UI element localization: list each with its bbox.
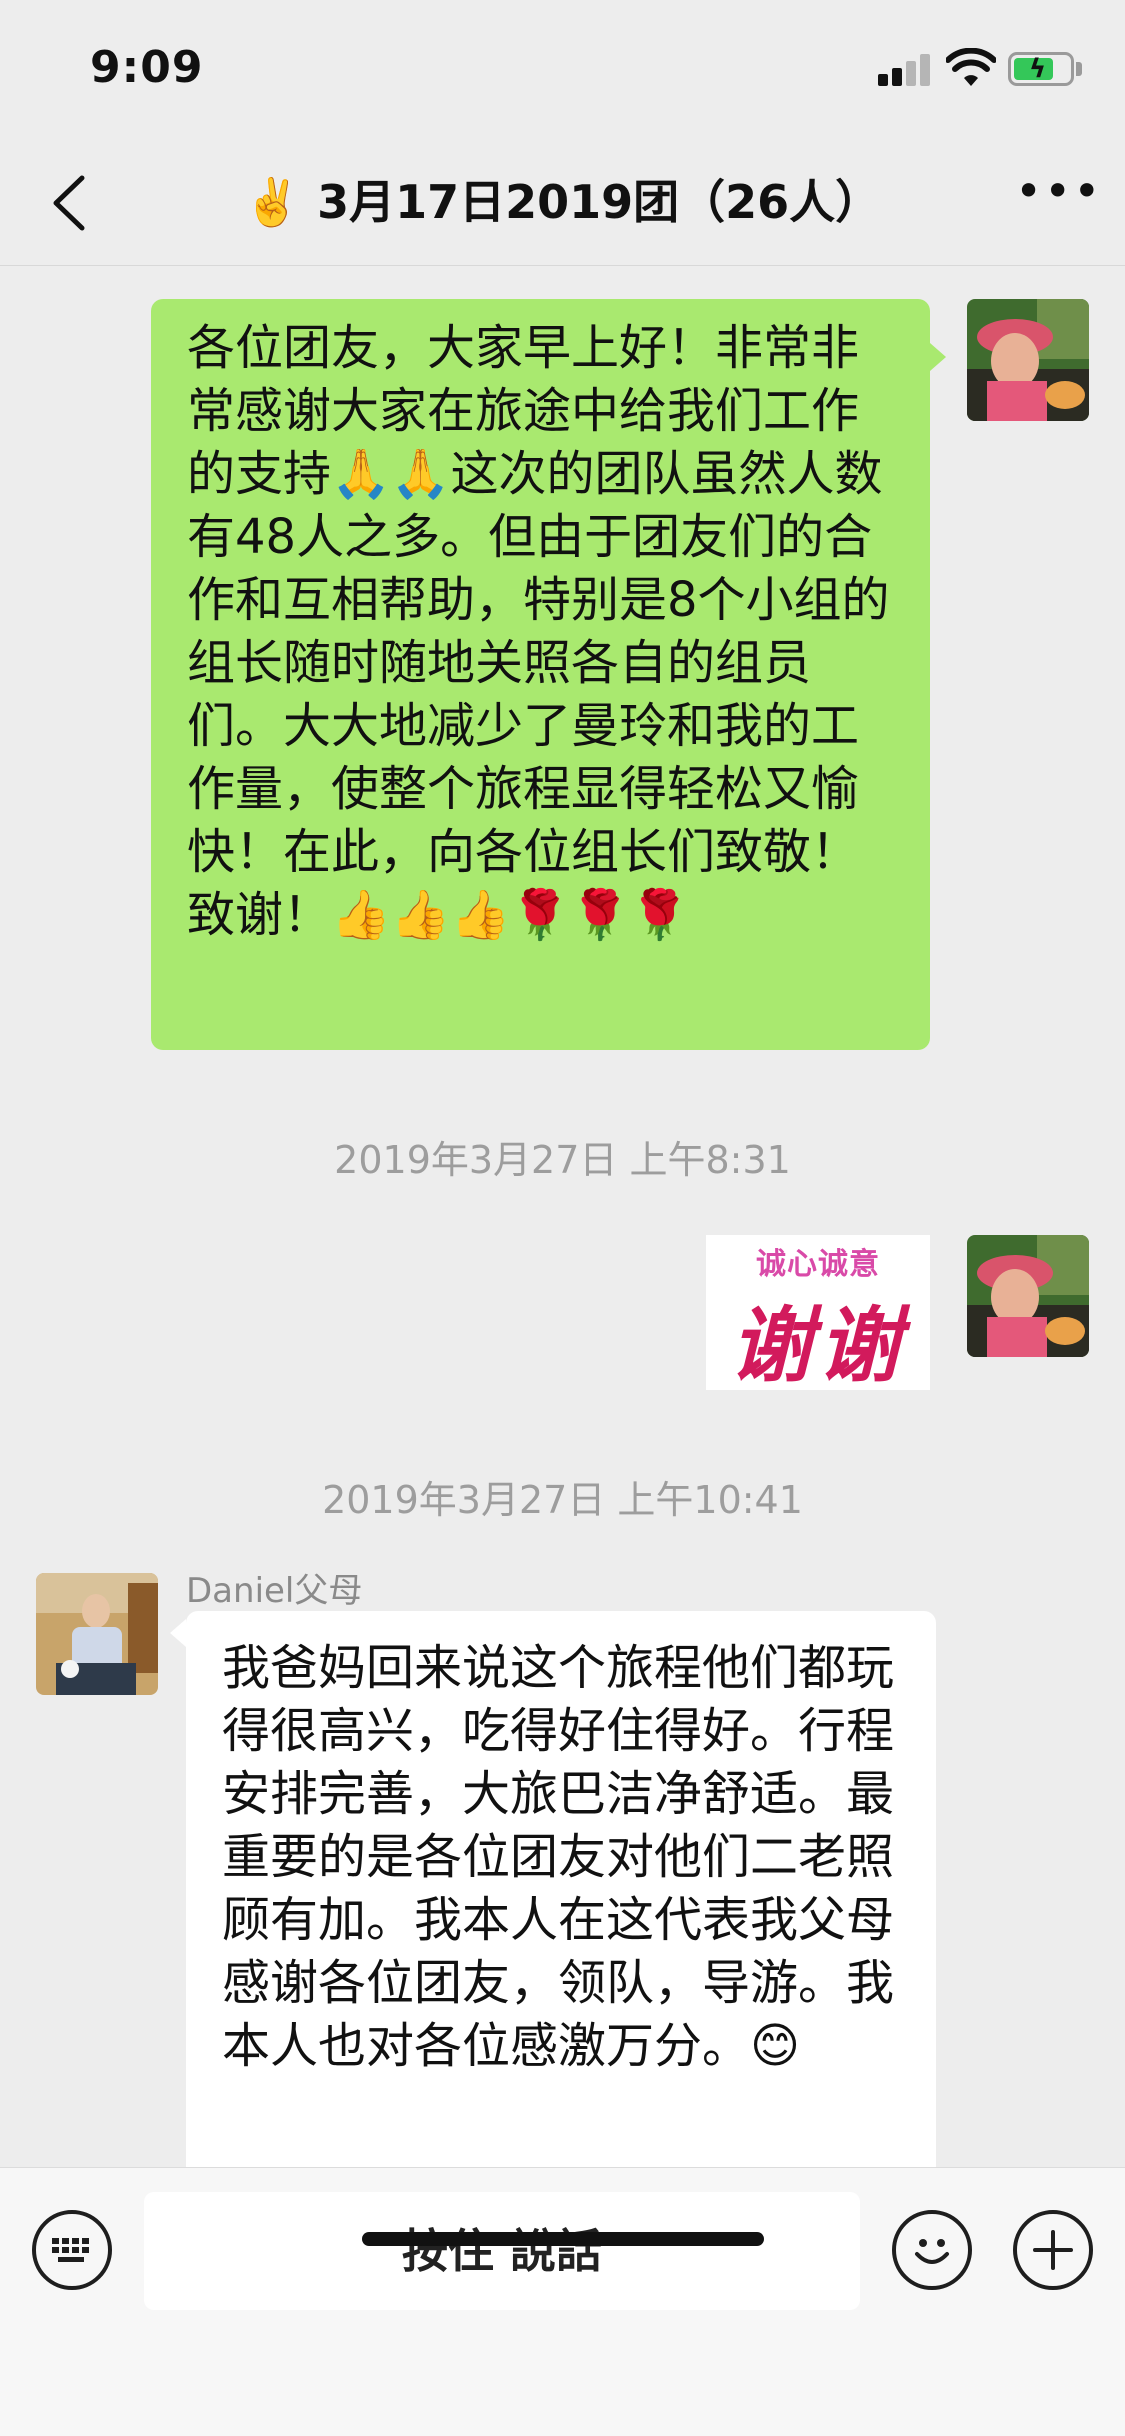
bubble-tail (170, 1619, 186, 1647)
message-bubble-outgoing[interactable]: 各位团友，大家早上好！非常非常感谢大家在旅途中给我们工作的支持🙏🙏这次的团队虽然… (151, 299, 930, 1050)
timestamp: 2019年3月27日 上午10:41 (322, 1478, 803, 1522)
status-time: 9:09 (90, 42, 204, 93)
thank-you-sticker[interactable]: 诚心诚意 谢谢 (706, 1235, 930, 1390)
nav-bar: ✌️ 3月17日2019团（26人） ••• (0, 140, 1125, 266)
keyboard-icon (52, 2238, 89, 2262)
daniel-parents-avatar[interactable] (36, 1573, 158, 1695)
home-indicator (362, 2232, 764, 2246)
sticker-text-main: 谢谢 (730, 1299, 906, 1390)
more-options-icon[interactable]: ••• (1015, 168, 1100, 216)
more-actions-button[interactable] (1013, 2210, 1093, 2290)
wifi-icon (946, 48, 996, 86)
my-avatar[interactable] (967, 299, 1089, 421)
battery-icon: ϟ (1008, 52, 1074, 86)
my-avatar[interactable] (967, 1235, 1089, 1357)
message-bubble-incoming[interactable]: 我爸妈回来说这个旅程他们都玩得很高兴，吃得好住得好。行程安排完善，大旅巴洁净舒适… (186, 1611, 936, 2167)
message-text: 我爸妈回来说这个旅程他们都玩得很高兴，吃得好住得好。行程安排完善，大旅巴洁净舒适… (222, 1640, 895, 2074)
chat-messages[interactable]: 各位团友，大家早上好！非常非常感谢大家在旅途中给我们工作的支持🙏🙏这次的团队虽然… (0, 267, 1125, 2167)
hold-to-talk-button[interactable]: 按住 說話 (144, 2192, 860, 2310)
smiley-icon (915, 2239, 949, 2264)
input-bar: 按住 說話 (0, 2167, 1125, 2436)
emoji-button[interactable] (892, 2210, 972, 2290)
cellular-signal-icon (878, 52, 934, 86)
sticker-text-top: 诚心诚意 (756, 1247, 880, 1282)
battery-tip (1076, 62, 1082, 76)
bubble-tail (930, 343, 946, 371)
timestamp: 2019年3月27日 上午8:31 (334, 1138, 791, 1182)
plus-icon (1033, 2230, 1073, 2270)
chat-title: ✌️ 3月17日2019团（26人） (243, 175, 882, 229)
message-text: 各位团友，大家早上好！非常非常感谢大家在旅途中给我们工作的支持🙏🙏这次的团队虽然… (187, 320, 890, 943)
keyboard-toggle-button[interactable] (32, 2210, 112, 2290)
status-bar: 9:09 ϟ (0, 0, 1125, 140)
sender-name: Daniel父母 (186, 1571, 363, 1611)
